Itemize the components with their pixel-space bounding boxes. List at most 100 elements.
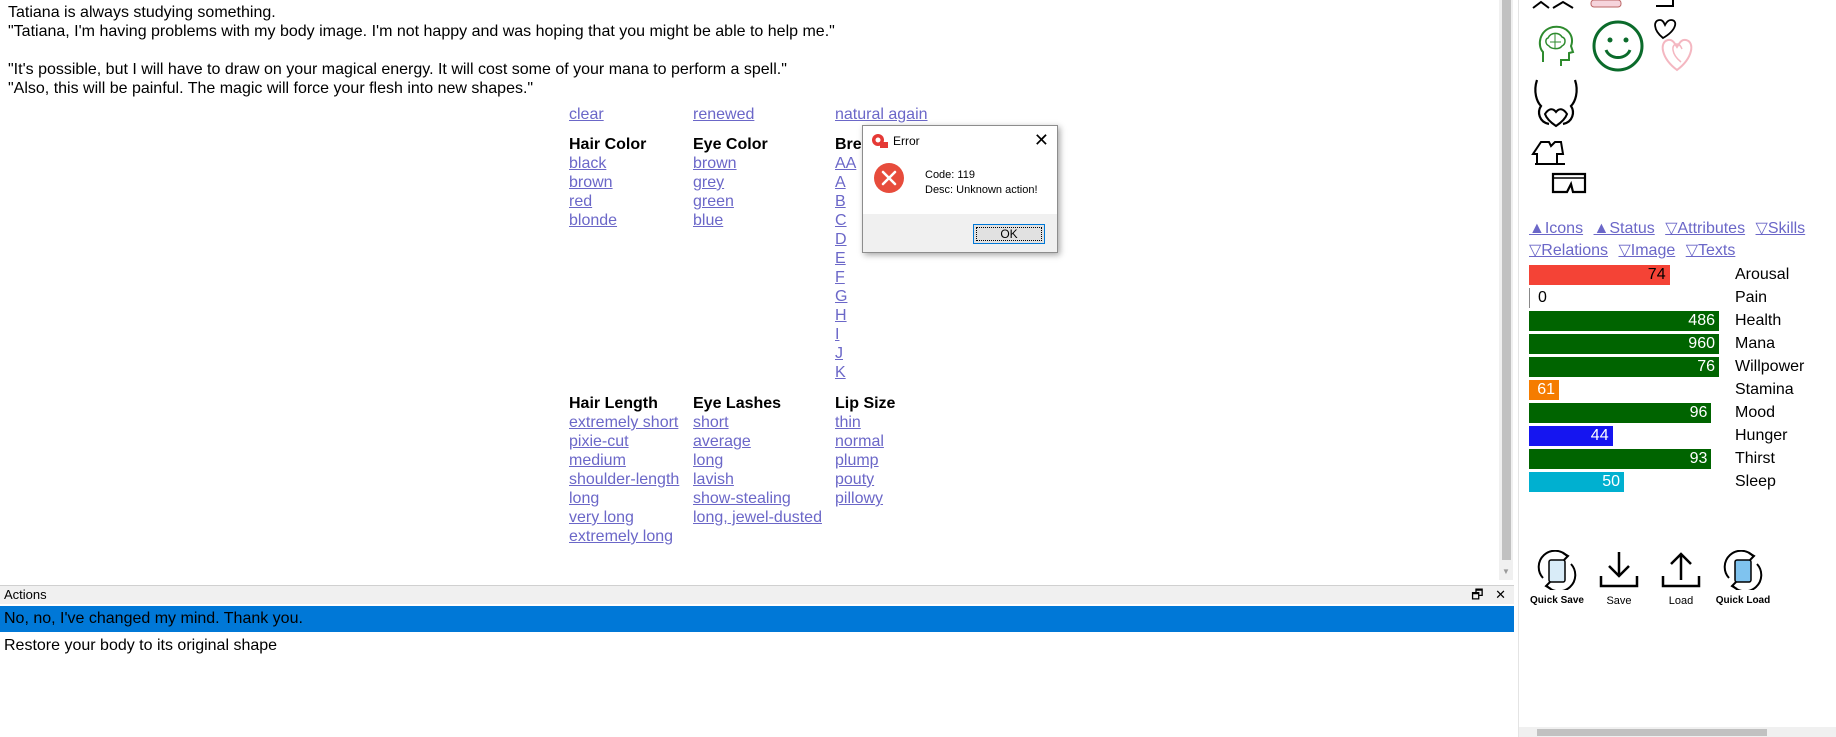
action-item-restore[interactable]: Restore your body to its original shape bbox=[0, 633, 1514, 659]
eye-color-heading: Eye Color bbox=[693, 136, 768, 153]
hearts-relationship-icon[interactable] bbox=[1649, 18, 1701, 72]
breast-size-option[interactable]: J bbox=[835, 344, 862, 363]
tab-relations[interactable]: ▽Relations bbox=[1529, 242, 1608, 259]
quick-save-button[interactable]: Quick Save bbox=[1529, 549, 1585, 606]
breast-size-option[interactable]: AA bbox=[835, 154, 862, 173]
hair-length-option[interactable]: very long bbox=[569, 508, 679, 527]
eye-color-option[interactable]: green bbox=[693, 192, 768, 211]
load-label: Load bbox=[1668, 595, 1694, 607]
actions-title-bar: Actions 🗗 ✕ bbox=[0, 585, 1514, 604]
eye-lashes-option[interactable]: long, jewel-dusted bbox=[693, 508, 822, 527]
tab-icons[interactable]: ▲Icons bbox=[1529, 220, 1583, 237]
tab-attributes[interactable]: ▽Attributes bbox=[1665, 220, 1745, 237]
stat-row-arousal: 74 Arousal bbox=[1529, 264, 1829, 285]
tab-image[interactable]: ▽Image bbox=[1618, 242, 1675, 259]
tab-skills[interactable]: ▽Skills bbox=[1756, 220, 1806, 237]
action-item-cancel[interactable]: No, no, I've changed my mind. Thank you. bbox=[0, 606, 1514, 632]
ok-button[interactable]: OK bbox=[973, 224, 1045, 244]
hair-color-option[interactable]: black bbox=[569, 154, 646, 173]
breast-size-option[interactable]: C bbox=[835, 211, 862, 230]
dialog-body: Code: 119 Desc: Unknown action! bbox=[863, 156, 1057, 214]
panel-tabs-row2: ▽Relations ▽Image ▽Texts bbox=[1529, 240, 1741, 262]
link-renewed[interactable]: renewed bbox=[693, 105, 754, 124]
stat-row-hunger: 44 Hunger bbox=[1529, 425, 1829, 446]
hair-length-option[interactable]: long bbox=[569, 489, 679, 508]
hair-length-option[interactable]: pixie-cut bbox=[569, 432, 679, 451]
breast-size-option[interactable]: B bbox=[835, 192, 862, 211]
scroll-down-arrow-icon[interactable]: ▼ bbox=[1502, 567, 1510, 576]
eye-lashes-option[interactable]: lavish bbox=[693, 470, 822, 489]
hair-color-option[interactable]: red bbox=[569, 192, 646, 211]
brain-head-icon[interactable] bbox=[1535, 22, 1577, 68]
story-line: Tatiana is always studying something. bbox=[8, 4, 276, 21]
lip-size-option[interactable]: thin bbox=[835, 413, 895, 432]
save-label: Save bbox=[1606, 595, 1632, 607]
stat-row-pain: 0 Pain bbox=[1529, 287, 1829, 308]
status-side-panel: ▲Icons ▲Status ▽Attributes ▽Skills ▽Rela… bbox=[1518, 0, 1836, 737]
breast-size-option[interactable]: F bbox=[835, 268, 862, 287]
lip-size-option[interactable]: normal bbox=[835, 432, 895, 451]
eye-lashes-option[interactable]: short bbox=[693, 413, 822, 432]
dialog-close-icon[interactable]: ✕ bbox=[1034, 130, 1049, 151]
load-button[interactable]: Load bbox=[1653, 550, 1709, 607]
eye-color-option[interactable]: grey bbox=[693, 173, 768, 192]
smiley-mood-icon[interactable] bbox=[1591, 19, 1645, 73]
hair-color-option[interactable]: blonde bbox=[569, 211, 646, 230]
lip-size-option[interactable]: pillowy bbox=[835, 489, 895, 508]
eye-lashes-option[interactable]: average bbox=[693, 432, 822, 451]
breast-size-option[interactable]: H bbox=[835, 306, 862, 325]
partial-top-icon[interactable] bbox=[1587, 0, 1627, 10]
breast-size-option[interactable]: G bbox=[835, 287, 862, 306]
eye-lashes-option[interactable]: show-stealing bbox=[693, 489, 822, 508]
uterus-body-icon[interactable] bbox=[1531, 78, 1581, 130]
save-download-icon bbox=[1599, 552, 1639, 588]
stat-row-mood: 96 Mood bbox=[1529, 402, 1829, 423]
close-icon[interactable]: ✕ bbox=[1495, 587, 1506, 602]
eye-color-option[interactable]: brown bbox=[693, 154, 768, 173]
eye-lashes-option[interactable]: long bbox=[693, 451, 822, 470]
lip-size-option[interactable]: plump bbox=[835, 451, 895, 470]
stat-row-health: 486 Health bbox=[1529, 310, 1829, 331]
hair-length-option[interactable]: shoulder-length bbox=[569, 470, 679, 489]
dialog-message: Code: 119 Desc: Unknown action! bbox=[925, 168, 1038, 198]
dialog-titlebar: Error ✕ bbox=[863, 126, 1057, 156]
quick-load-button[interactable]: Quick Load bbox=[1715, 549, 1771, 606]
hair-length-column: Hair Length extremely short pixie-cut me… bbox=[569, 394, 679, 546]
main-vertical-scrollbar[interactable]: ▼ bbox=[1499, 0, 1513, 580]
hair-length-option[interactable]: extremely short bbox=[569, 413, 679, 432]
link-clear[interactable]: clear bbox=[569, 105, 604, 124]
hair-color-column: Hair Color black brown red blonde bbox=[569, 135, 646, 230]
lip-size-heading: Lip Size bbox=[835, 395, 896, 412]
hair-length-option[interactable]: extremely long bbox=[569, 527, 679, 546]
save-button[interactable]: Save bbox=[1591, 550, 1647, 607]
hair-length-option[interactable]: medium bbox=[569, 451, 679, 470]
error-code: Code: 119 bbox=[925, 169, 975, 181]
partial-top-icon[interactable] bbox=[1529, 0, 1579, 10]
lip-size-option[interactable]: pouty bbox=[835, 470, 895, 489]
breast-size-option[interactable]: K bbox=[835, 363, 862, 382]
clothing-icon[interactable] bbox=[1531, 140, 1589, 196]
restore-window-icon[interactable]: 🗗 bbox=[1471, 587, 1483, 602]
breast-size-column: Bre AA A B C D E F G H I J K bbox=[835, 135, 862, 382]
scrollbar-thumb[interactable] bbox=[1502, 0, 1511, 560]
scrollbar-thumb[interactable] bbox=[1537, 729, 1767, 736]
hair-length-heading: Hair Length bbox=[569, 395, 658, 412]
breast-size-option[interactable]: A bbox=[835, 173, 862, 192]
stat-label: Sleep bbox=[1735, 473, 1776, 490]
breast-size-option[interactable]: I bbox=[835, 325, 862, 344]
hair-color-option[interactable]: brown bbox=[569, 173, 646, 192]
stat-label: Mana bbox=[1735, 335, 1776, 352]
tab-status[interactable]: ▲Status bbox=[1594, 220, 1655, 237]
stat-bar: 76 bbox=[1529, 357, 1719, 377]
link-natural-again[interactable]: natural again bbox=[835, 105, 928, 124]
side-horizontal-scrollbar[interactable] bbox=[1519, 727, 1836, 737]
eye-color-option[interactable]: blue bbox=[693, 211, 768, 230]
tab-texts[interactable]: ▽Texts bbox=[1686, 242, 1736, 259]
breast-size-option[interactable]: D bbox=[835, 230, 862, 249]
breast-size-option[interactable]: E bbox=[835, 249, 862, 268]
quick-save-icon bbox=[1537, 549, 1577, 593]
stat-bar: 44 bbox=[1529, 426, 1613, 446]
stat-label: Hunger bbox=[1735, 427, 1788, 444]
stat-row-mana: 960 Mana bbox=[1529, 333, 1829, 354]
partial-top-icon[interactable] bbox=[1653, 0, 1679, 10]
